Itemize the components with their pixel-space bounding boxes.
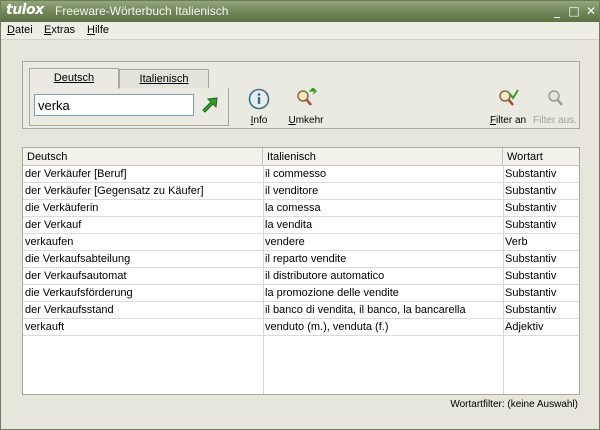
cell-italienisch: il distributore automatico xyxy=(265,270,385,282)
tab-deutsch[interactable]: Deutsch xyxy=(29,68,119,89)
info-button[interactable]: Info xyxy=(245,88,273,126)
cell-deutsch: die Verkäuferin xyxy=(25,202,99,214)
table-row[interactable]: der Verkaufsautomat il distributore autom… xyxy=(23,268,579,285)
cell-wortart: Substantiv xyxy=(505,219,557,231)
cell-italienisch: vendere xyxy=(265,236,305,248)
table-row[interactable]: verkaufen vendere Verb xyxy=(23,234,579,251)
maximize-icon[interactable]: □ xyxy=(567,4,581,18)
cell-wortart: Substantiv xyxy=(505,185,557,197)
cell-wortart: Substantiv xyxy=(505,202,557,214)
menu-hilfe-label: ilfe xyxy=(94,24,110,36)
cell-wortart: Substantiv xyxy=(505,304,557,316)
cell-wortart: Adjektiv xyxy=(505,321,544,333)
filter-aus-label: Filter aus. xyxy=(533,115,577,126)
app-window: tulox Freeware-Wörterbuch Italienisch _ … xyxy=(0,0,600,430)
cell-deutsch: der Verkäufer [Beruf] xyxy=(25,168,127,180)
cell-wortart: Verb xyxy=(505,236,528,248)
cell-italienisch: il reparto vendite xyxy=(265,253,347,265)
table-row[interactable]: die Verkäuferin la comessa Substantiv xyxy=(23,200,579,217)
filter-off-icon xyxy=(548,90,563,106)
table-row[interactable]: verkauft venduto (m.), venduta (f.) Adjekt… xyxy=(23,319,579,336)
table-row[interactable]: die Verkaufsförderung la promozione delle… xyxy=(23,285,579,302)
umkehr-label: Umkehr xyxy=(287,115,325,126)
cell-italienisch: il venditore xyxy=(265,185,319,197)
cell-deutsch: verkaufen xyxy=(25,236,74,248)
filter-an-label: Filter an xyxy=(489,115,527,126)
menu-bar: Datei Extras Hilfe xyxy=(1,22,599,40)
umkehr-label-accel: U xyxy=(288,115,296,126)
umkehr-button[interactable]: Umkehr xyxy=(287,87,325,126)
tab-italienisch[interactable]: Italienisch xyxy=(119,69,209,89)
header-wortart[interactable]: Wortart xyxy=(503,148,579,166)
cell-deutsch: verkauft xyxy=(25,321,65,333)
title-bar[interactable]: tulox Freeware-Wörterbuch Italienisch _ … xyxy=(1,1,599,22)
menu-datei-accel: D xyxy=(7,24,15,36)
cell-deutsch: der Verkaufsstand xyxy=(25,304,114,316)
green-arrow-icon xyxy=(202,97,218,113)
cell-italienisch: la promozione delle vendite xyxy=(265,287,399,299)
cell-deutsch: der Verkauf xyxy=(25,219,82,231)
cell-deutsch: der Verkäufer [Gegensatz zu Käufer] xyxy=(25,185,204,197)
menu-datei-label: atei xyxy=(14,24,33,36)
menu-hilfe-accel: H xyxy=(87,24,95,36)
menu-extras[interactable]: Extras xyxy=(44,24,75,36)
cell-italienisch: venduto (m.), venduta (f.) xyxy=(265,321,389,333)
search-input[interactable] xyxy=(34,94,194,116)
header-deutsch[interactable]: Deutsch xyxy=(23,148,263,166)
tab-italienisch-label: Italienisch xyxy=(139,73,189,85)
table-row[interactable]: der Verkäufer [Beruf] il commesso Substant… xyxy=(23,166,579,183)
table-row[interactable]: der Verkauf la vendita Substantiv xyxy=(23,217,579,234)
info-label-text: nfo xyxy=(253,115,268,126)
cell-wortart: Substantiv xyxy=(505,253,557,265)
close-icon[interactable]: ✕ xyxy=(584,4,598,18)
cell-wortart: Substantiv xyxy=(505,270,557,282)
info-icon xyxy=(248,88,270,110)
cell-wortart: Substantiv xyxy=(505,168,557,180)
cell-deutsch: der Verkaufsautomat xyxy=(25,270,127,282)
table-row[interactable]: der Verkäufer [Gegensatz zu Käufer] il ve… xyxy=(23,183,579,200)
search-go-button[interactable] xyxy=(199,95,221,115)
table-row[interactable]: der Verkaufsstand il banco di vendita, il… xyxy=(23,302,579,319)
table-header: Deutsch Italienisch Wortart xyxy=(23,148,579,166)
tab-deutsch-label: Deutsch xyxy=(53,72,95,84)
table-row[interactable]: die Verkaufsabteilung il reparto vendite S… xyxy=(23,251,579,268)
window-title: Freeware-Wörterbuch Italienisch xyxy=(55,4,229,18)
menu-datei[interactable]: Datei xyxy=(7,24,33,36)
cell-italienisch: la vendita xyxy=(265,219,313,231)
cell-wortart: Substantiv xyxy=(505,287,557,299)
filter-an-button[interactable]: Filter an xyxy=(489,88,527,126)
filter-on-icon xyxy=(499,89,519,106)
filter-aus-button[interactable]: Filter aus. xyxy=(533,88,577,126)
cell-deutsch: die Verkaufsabteilung xyxy=(25,253,131,265)
filter-an-label-text: ilter an xyxy=(496,115,527,126)
results-table[interactable]: Deutsch Italienisch Wortart der Verkäufe… xyxy=(22,147,580,395)
cell-italienisch: la comessa xyxy=(265,202,321,214)
cell-deutsch: die Verkaufsförderung xyxy=(25,287,133,299)
cell-italienisch: il commesso xyxy=(265,168,327,180)
header-italienisch[interactable]: Italienisch xyxy=(263,148,503,166)
info-label: Info xyxy=(245,115,273,126)
umkehr-label-text: mkehr xyxy=(295,115,324,126)
minimize-icon[interactable]: _ xyxy=(550,4,564,18)
app-logo: tulox xyxy=(6,2,44,18)
status-text: Wortartfilter: (keine Auswahl) xyxy=(450,399,578,410)
menu-hilfe[interactable]: Hilfe xyxy=(87,24,109,36)
cell-italienisch: il banco di vendita, il banco, la bancar… xyxy=(265,304,466,316)
menu-extras-label: xtras xyxy=(51,24,76,36)
reverse-search-icon xyxy=(297,87,318,106)
